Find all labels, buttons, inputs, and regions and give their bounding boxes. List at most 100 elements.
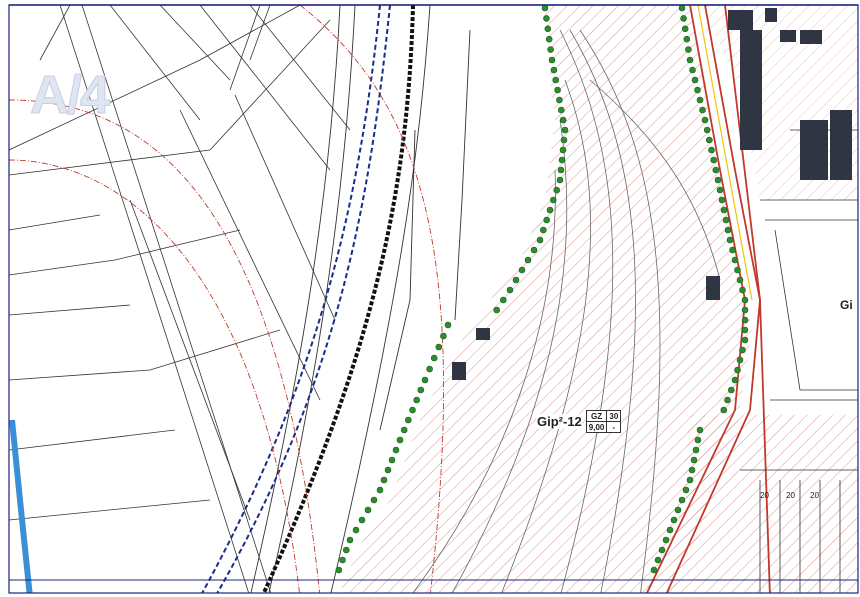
tree-symbol [731,256,739,264]
tree-symbol [550,66,558,74]
tree-symbol [499,296,507,304]
tree-symbol [558,156,566,164]
tree-symbol [541,4,549,12]
tree-symbol [557,166,565,174]
tree-symbol [705,136,713,144]
tree-symbol [335,566,343,574]
tree-symbol [556,96,563,104]
map-canvas: 20 20 20 [8,4,859,594]
blue-boundary [201,5,391,593]
tree-symbol [736,356,744,364]
tree-symbol [689,66,696,74]
tree-symbol [544,25,552,33]
tree-symbol [686,476,694,484]
tree-symbol [670,516,678,524]
zone-cell: 9,00 [585,421,608,433]
tree-symbol [559,146,567,154]
tree-symbol [524,256,532,264]
edge-zone-label: Gi [838,298,855,312]
tree-symbol [554,86,561,94]
tree-symbol [430,354,438,362]
tree-symbol [549,196,557,204]
tree-symbol [741,306,749,314]
tree-symbol [650,566,658,574]
tree-symbol [552,76,560,84]
tree-symbol [370,496,378,504]
tree-symbol [559,116,567,124]
tree-symbol [530,246,538,254]
zone-cell: - [606,421,622,433]
tree-symbol [413,396,421,404]
tree-symbol [556,176,564,184]
tree-symbol [561,126,569,134]
tree-symbol [493,306,501,314]
zone-label[interactable]: Gip²-12 GZ 30 9,00 - [536,410,622,433]
tree-symbol [696,426,704,434]
tree-symbol [682,486,690,494]
sheet-label: A/4 [29,65,110,126]
tree-symbol [364,506,372,514]
tree-symbol [696,96,704,104]
tree-symbol [680,15,687,22]
zone-cell: 30 [606,410,622,422]
tree-symbol [380,476,388,484]
tree-symbol [384,466,392,474]
tree-symbol [678,496,686,504]
tree-symbol [741,336,749,344]
tree-symbol [658,546,666,554]
tree-symbol [358,516,366,524]
tree-symbol [694,436,702,444]
tree-symbol [392,446,400,454]
tree-symbol [712,166,720,174]
tree-symbol [688,466,696,474]
tree-symbol [557,106,565,114]
tree-symbol [342,546,350,554]
tree-symbol [421,376,429,384]
dimension-label: 20 [810,491,819,500]
tree-symbol [560,136,568,144]
cadastral-map[interactable]: 20 20 20 A/4 Gip²-12 GZ 30 9,00 - Gi [0,0,860,597]
zone-parameter-table: GZ 30 9,00 - [585,410,622,433]
tree-symbol [536,236,544,244]
water-strip [9,419,33,593]
tree-symbol [724,396,731,404]
tree-symbol [440,332,447,340]
tree-symbol [739,346,746,354]
tree-symbol [346,536,354,544]
tree-symbol [739,286,746,294]
tree-symbol [718,196,726,204]
tree-symbol [734,266,741,274]
tree-symbol [388,456,396,464]
tree-symbol [724,226,732,234]
tree-symbol [714,176,722,184]
tree-symbol [435,343,443,351]
tree-symbol [710,156,718,164]
tree-symbol [409,406,416,414]
tree-symbol [720,206,728,214]
tree-symbol [546,206,554,214]
tree-symbol [741,326,749,334]
tree-symbol [692,446,700,454]
tree-symbol [734,366,741,374]
tree-symbol [726,236,734,244]
tree-symbol [543,15,550,22]
tree-symbol [701,116,709,124]
tree-symbol [731,376,739,384]
tree-symbol [400,426,408,434]
tree-symbol [426,365,433,373]
tree-symbol [741,296,749,304]
tree-symbol [654,556,662,564]
tree-symbol [694,86,701,94]
tree-symbol [543,216,551,224]
tree-symbol [686,56,694,64]
tree-symbol [727,386,735,394]
tree-symbol [352,526,360,534]
tree-symbol [685,46,692,53]
tree-symbol [691,76,699,84]
zone-cell: GZ [585,410,608,422]
tree-symbol [703,126,711,134]
tree-symbol [690,456,698,464]
tree-symbol [699,106,706,114]
tree-symbol [666,526,674,534]
tree-symbol [518,266,526,274]
